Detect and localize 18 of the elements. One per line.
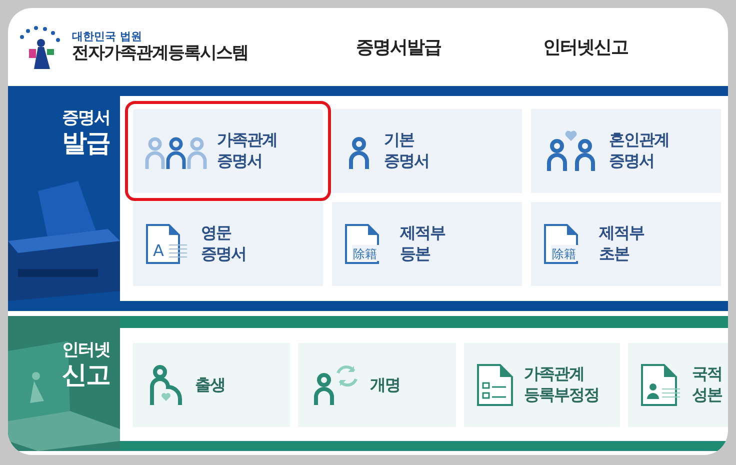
menu-tile[interactable]: 除籍 제적부 초본 (531, 202, 721, 286)
menu-tile[interactable]: 출생 (133, 343, 290, 427)
menu-tile[interactable]: 가족관계 등록부정정 (464, 343, 620, 427)
nav-link[interactable]: 인터넷신고 (543, 34, 628, 60)
system-title: 전자가족관계등록시스템 (72, 42, 248, 64)
checklist-document-icon (476, 363, 514, 407)
org-name: 대한민국 법원 (72, 30, 143, 43)
menu-tile[interactable]: 국적 성본 (628, 343, 728, 427)
nav-link[interactable]: 증명서발급 (356, 34, 441, 60)
menu-tile[interactable]: 혼인관계 증명서 (531, 109, 721, 193)
menu-tile[interactable]: 가족관계 증명서 (125, 101, 331, 201)
menu-tile[interactable]: 기본 증명서 (332, 109, 522, 193)
profile-document-icon (640, 363, 682, 407)
section-heading: 증명서 발급 (61, 108, 111, 158)
menu-tile[interactable]: 除籍 제적부 등본 (332, 202, 522, 286)
menu-tile[interactable]: 개명 (298, 343, 456, 427)
menu-tile[interactable]: A 영문 증명서 (133, 202, 323, 286)
section-heading: 인터넷 신고 (61, 340, 111, 390)
